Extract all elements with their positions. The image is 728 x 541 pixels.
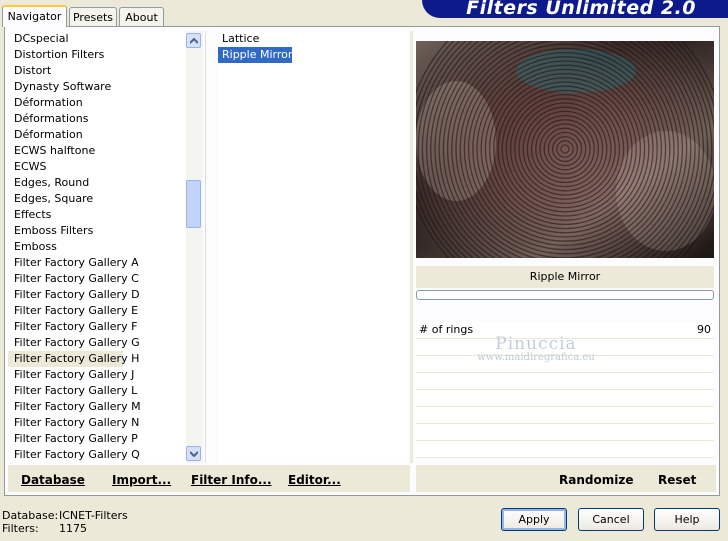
database-button[interactable]: Database: [21, 473, 85, 487]
editor-button[interactable]: Editor...: [288, 473, 341, 487]
category-item[interactable]: Emboss: [8, 239, 185, 255]
divider: [205, 31, 206, 463]
progress-bar: [416, 290, 714, 300]
scroll-down-button[interactable]: [186, 446, 201, 461]
preview-ripple-image: [416, 41, 714, 258]
parameter-row-empty: [416, 441, 714, 458]
database-label: Database:: [2, 509, 59, 522]
category-scrollbar[interactable]: [186, 31, 203, 463]
category-item[interactable]: Distortion Filters: [8, 47, 185, 63]
category-item[interactable]: Filter Factory Gallery J: [8, 367, 185, 383]
category-item[interactable]: Edges, Square: [8, 191, 185, 207]
filters-label: Filters:: [2, 522, 39, 535]
category-item[interactable]: Filter Factory Gallery C: [8, 271, 185, 287]
randomize-button[interactable]: Randomize: [559, 473, 633, 487]
category-item[interactable]: Filter Factory Gallery L: [8, 383, 185, 399]
left-button-bar: Database Import... Filter Info... Editor…: [8, 465, 410, 492]
filter-list[interactable]: Lattice Ripple Mirror: [216, 31, 408, 463]
parameter-row-empty: [416, 373, 714, 390]
chevron-up-icon: [190, 38, 198, 44]
category-item[interactable]: Distort: [8, 63, 185, 79]
category-item[interactable]: Filter Factory Gallery M: [8, 399, 185, 415]
scroll-thumb[interactable]: [186, 180, 201, 228]
category-item[interactable]: Déformation: [8, 95, 185, 111]
parameter-row[interactable]: # of rings 90: [416, 322, 714, 339]
help-button[interactable]: Help: [654, 508, 720, 531]
category-list[interactable]: DCspecial Distortion Filters Distort Dynast…: [8, 31, 185, 463]
category-item[interactable]: Filter Factory Gallery F: [8, 319, 185, 335]
parameter-row-empty: [416, 339, 714, 356]
parameter-row-empty: [416, 424, 714, 441]
category-item[interactable]: Dynasty Software: [8, 79, 185, 95]
preview-image: [416, 41, 714, 258]
right-button-bar: Randomize Reset: [416, 465, 716, 492]
title-banner: Filters Unlimited 2.0: [422, 0, 728, 19]
category-item[interactable]: Déformations: [8, 111, 185, 127]
banner-title: Filters Unlimited 2.0: [466, 0, 696, 19]
scroll-up-button[interactable]: [186, 33, 201, 48]
category-item[interactable]: Filter Factory Gallery H: [8, 351, 139, 367]
divider: [410, 31, 413, 463]
category-item[interactable]: Filter Factory Gallery G: [8, 335, 185, 351]
category-item[interactable]: Edges, Round: [8, 175, 185, 191]
database-value: ICNET-Filters: [59, 509, 128, 522]
apply-button[interactable]: Apply: [501, 508, 567, 531]
category-item[interactable]: Effects: [8, 207, 185, 223]
tab-about[interactable]: About: [119, 7, 164, 26]
chevron-down-icon: [190, 451, 198, 457]
category-item[interactable]: ECWS halftone: [8, 143, 185, 159]
category-item[interactable]: Filter Factory Gallery E: [8, 303, 185, 319]
parameter-row-empty: [416, 407, 714, 424]
import-button[interactable]: Import...: [112, 473, 171, 487]
filters-count: 1175: [59, 522, 87, 535]
category-item[interactable]: ECWS: [8, 159, 185, 175]
category-item[interactable]: Filter Factory Gallery P: [8, 431, 185, 447]
filter-item[interactable]: Ripple Mirror: [216, 46, 294, 64]
tab-navigator[interactable]: Navigator: [2, 5, 67, 27]
parameter-row-empty: [416, 356, 714, 373]
preview-filter-name: Ripple Mirror: [416, 266, 714, 288]
category-item[interactable]: Filter Factory Gallery D: [8, 287, 185, 303]
parameter-value[interactable]: 90: [697, 323, 711, 336]
category-item[interactable]: Filter Factory Gallery A: [8, 255, 185, 271]
parameter-list[interactable]: # of rings 90: [416, 322, 714, 464]
category-item[interactable]: DCspecial: [8, 31, 185, 47]
reset-button[interactable]: Reset: [658, 473, 696, 487]
category-item[interactable]: Filter Factory Gallery N: [8, 415, 185, 431]
tab-presets[interactable]: Presets: [69, 7, 117, 26]
cancel-button[interactable]: Cancel: [578, 508, 644, 531]
category-item[interactable]: Emboss Filters: [8, 223, 185, 239]
category-item[interactable]: Filter Factory Gallery Q: [8, 447, 185, 463]
parameter-label: # of rings: [419, 323, 474, 336]
filter-info-button[interactable]: Filter Info...: [191, 473, 272, 487]
category-item[interactable]: Déformation: [8, 127, 185, 143]
filter-item[interactable]: Lattice: [218, 31, 282, 47]
parameter-row-empty: [416, 390, 714, 407]
